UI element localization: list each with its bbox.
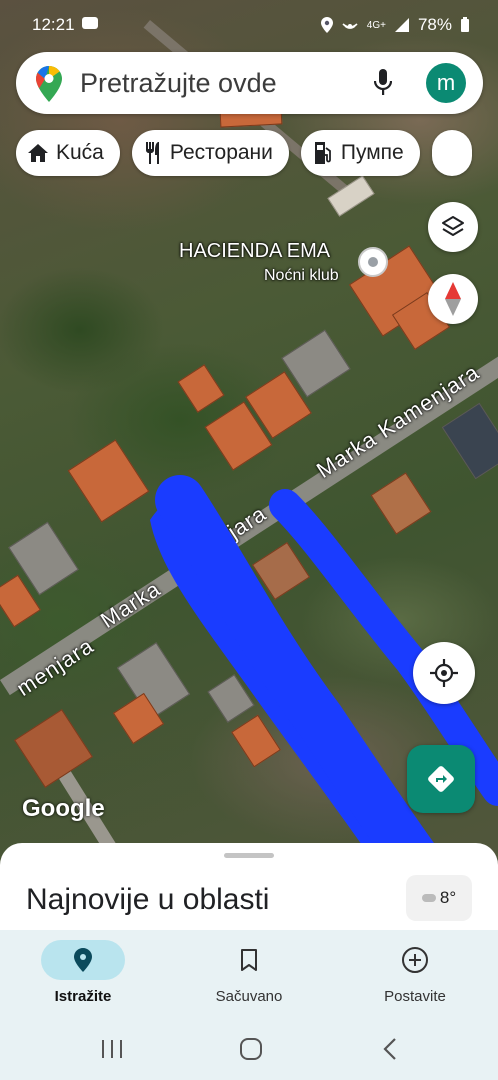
chip-more[interactable] <box>431 130 472 176</box>
home-button-icon[interactable] <box>239 1037 263 1061</box>
google-logo: Google <box>22 795 105 822</box>
nav-contribute[interactable]: Postavite <box>332 930 498 1020</box>
location-crosshair-icon <box>430 659 458 687</box>
home-icon <box>28 144 48 162</box>
battery-icon <box>461 17 469 32</box>
poi-pin-icon[interactable] <box>358 247 388 277</box>
bookmark-icon <box>241 949 257 971</box>
my-location-button[interactable] <box>413 642 475 704</box>
google-maps-logo-icon <box>36 66 62 102</box>
chip-label: Пумпе <box>340 141 404 164</box>
avatar-letter: m <box>436 70 456 95</box>
status-bar: 12:21 4G+ 78% <box>0 0 498 50</box>
location-icon <box>320 17 333 33</box>
nav-label: Sačuvano <box>215 988 283 1005</box>
compass-icon <box>445 282 461 316</box>
battery-percent: 78% <box>417 15 452 34</box>
gas-station-icon <box>313 142 333 164</box>
explore-pin-icon <box>74 948 92 972</box>
network-label: 4G+ <box>366 19 386 31</box>
status-time: 12:21 <box>32 15 75 34</box>
account-avatar[interactable]: m <box>426 63 466 103</box>
signal-icon <box>394 18 409 32</box>
chip-home[interactable]: Kuća <box>16 130 120 176</box>
weather-temperature: 8° <box>439 888 457 907</box>
compass-button[interactable] <box>428 274 478 324</box>
weather-chip[interactable]: 8° <box>406 875 472 921</box>
directions-button[interactable] <box>407 745 475 813</box>
youtube-notification-icon <box>82 17 98 29</box>
layers-button[interactable] <box>428 202 478 252</box>
microphone-icon[interactable] <box>374 69 392 97</box>
bottom-navigation: Istražite Sačuvano Postavite <box>0 930 498 1020</box>
sheet-drag-handle[interactable] <box>224 853 274 858</box>
search-input[interactable]: Pretražujte ovde <box>80 68 277 99</box>
back-icon[interactable] <box>382 1037 398 1061</box>
weather-cloud-icon <box>421 894 436 902</box>
nav-saved-pill <box>207 940 291 980</box>
category-chips: Kuća Ресторани Пумпе <box>16 130 472 176</box>
directions-icon <box>428 766 454 792</box>
layers-icon <box>442 216 464 236</box>
chip-label: Kuća <box>56 141 104 164</box>
chip-gas-stations[interactable]: Пумпе <box>300 130 420 176</box>
recent-apps-icon[interactable] <box>100 1038 124 1060</box>
chip-restaurants[interactable]: Ресторани <box>131 130 289 176</box>
restaurant-icon <box>144 142 162 164</box>
nav-label: Postavite <box>384 988 446 1005</box>
sheet-title: Najnovije u oblasti <box>26 883 270 916</box>
search-bar[interactable]: Pretražujte ovde m <box>16 52 483 114</box>
nav-saved[interactable]: Sačuvano <box>166 930 332 1020</box>
system-navigation-bar <box>0 1020 498 1080</box>
nav-label: Istražite <box>54 988 112 1005</box>
nav-explore-pill <box>41 940 125 980</box>
poi-category: Noćni klub <box>264 267 339 284</box>
nav-explore[interactable]: Istražite <box>0 930 166 1020</box>
nav-contribute-pill <box>373 940 457 980</box>
poi-title[interactable]: HACIENDA EMA <box>179 240 330 263</box>
chip-label: Ресторани <box>169 141 273 164</box>
hotspot-icon <box>342 23 358 29</box>
add-circle-icon <box>402 947 428 973</box>
